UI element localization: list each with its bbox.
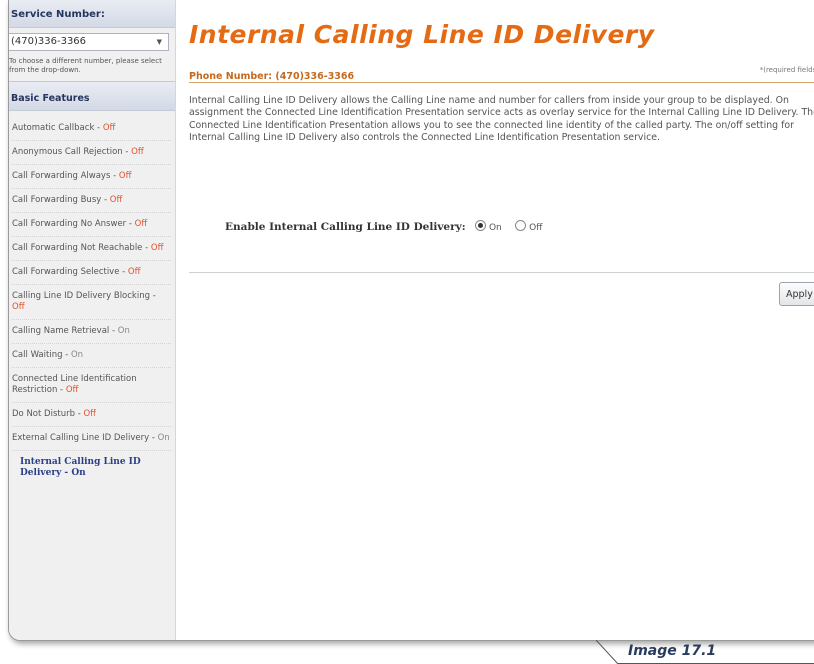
main-content: Internal Calling Line ID Delivery Phone … xyxy=(189,0,814,640)
sidebar-feature-item[interactable]: Calling Name Retrieval - On xyxy=(12,320,171,344)
feature-state: Off xyxy=(12,302,25,312)
feature-state: Off xyxy=(65,385,79,395)
page-title: Internal Calling Line ID Delivery xyxy=(189,20,655,49)
sidebar-feature-item[interactable]: Call Forwarding No Answer - Off xyxy=(12,213,171,237)
radio-off[interactable] xyxy=(515,220,527,231)
sidebar-feature-item[interactable]: Connected Line Identification Restrictio… xyxy=(12,368,171,403)
service-number-value: (470)336-3366 xyxy=(11,36,87,47)
apply-button[interactable]: Apply xyxy=(779,282,814,306)
service-number-note: To choose a different number, please sel… xyxy=(9,57,162,74)
sidebar-feature-item[interactable]: Anonymous Call Rejection - Off xyxy=(12,141,171,165)
phone-number-bar: Phone Number: (470)336-3366 *(required f… xyxy=(189,64,814,83)
feature-name: Automatic Callback - xyxy=(12,123,103,133)
app-window: Service Number: (470)336-3366 ▼ To choos… xyxy=(8,0,814,641)
sidebar-feature-item[interactable]: Call Waiting - On xyxy=(12,344,171,368)
feature-description: Internal Calling Line ID Delivery allows… xyxy=(189,95,814,144)
sidebar-feature-item[interactable]: External Calling Line ID Delivery - On xyxy=(12,427,171,451)
feature-name: Do Not Disturb - xyxy=(12,409,84,419)
feature-state: Off xyxy=(150,243,164,253)
feature-state: Off xyxy=(127,267,141,277)
radio-on[interactable] xyxy=(474,220,486,231)
feature-name: Call Forwarding Selective - xyxy=(12,267,128,277)
sidebar-feature-item[interactable]: Do Not Disturb - Off xyxy=(12,403,171,427)
feature-state: Off xyxy=(131,147,144,157)
service-number-header: Service Number: xyxy=(9,0,175,28)
feature-name: Anonymous Call Rejection - xyxy=(12,147,132,157)
sidebar-feature-item[interactable]: Calling Line ID Delivery Blocking - Off xyxy=(12,285,171,320)
feature-state: On xyxy=(157,433,170,443)
feature-list: Automatic Callback - Off Anonymous Call R… xyxy=(9,111,175,485)
feature-state: Off xyxy=(134,219,148,229)
feature-state: Off xyxy=(109,195,123,205)
sidebar-feature-item[interactable]: Call Forwarding Not Reachable - Off xyxy=(12,237,171,261)
feature-name: Call Waiting - xyxy=(12,350,71,360)
phone-number-label: Phone Number: (470)336-3366 xyxy=(189,71,355,82)
feature-state: Off xyxy=(118,171,132,181)
sidebar-feature-item[interactable]: Call Forwarding Always - Off xyxy=(12,165,171,189)
feature-state: Off xyxy=(83,409,97,419)
divider xyxy=(189,272,814,273)
service-number-select[interactable]: (470)336-3366 ▼ xyxy=(9,33,169,51)
sidebar-feature-item[interactable]: Call Forwarding Busy - Off xyxy=(12,189,171,213)
feature-name: Call Forwarding No Answer - xyxy=(12,219,135,229)
feature-name: Call Forwarding Not Reachable - xyxy=(12,243,151,253)
feature-name: Calling Name Retrieval - xyxy=(12,326,118,336)
feature-name: External Calling Line ID Delivery - xyxy=(12,433,158,443)
image-caption: Image 17.1 xyxy=(628,643,717,659)
radio-on-label[interactable]: On xyxy=(489,223,502,233)
sidebar: Service Number: (470)336-3366 ▼ To choos… xyxy=(9,0,176,640)
feature-state: On xyxy=(71,468,86,478)
feature-name: Call Forwarding Busy - xyxy=(12,195,110,205)
feature-state: On xyxy=(117,326,130,336)
enable-label: Enable Internal Calling Line ID Delivery… xyxy=(225,221,466,233)
sidebar-feature-item[interactable]: Automatic Callback - Off xyxy=(12,117,171,141)
feature-name: Call Forwarding Always - xyxy=(12,171,119,181)
sidebar-feature-item[interactable]: Internal Calling Line ID Delivery - On xyxy=(12,451,171,485)
basic-features-header: Basic Features xyxy=(9,81,175,111)
chevron-down-icon: ▼ xyxy=(156,38,162,46)
feature-state: On xyxy=(70,350,84,360)
enable-row: Enable Internal Calling Line ID Delivery… xyxy=(225,220,542,233)
required-fields-note: *(required fields) xyxy=(759,66,814,74)
radio-off-label[interactable]: Off xyxy=(529,223,542,233)
sidebar-feature-item[interactable]: Call Forwarding Selective - Off xyxy=(12,261,171,285)
feature-state: Off xyxy=(102,123,116,133)
feature-name: Calling Line ID Delivery Blocking - xyxy=(12,291,156,301)
